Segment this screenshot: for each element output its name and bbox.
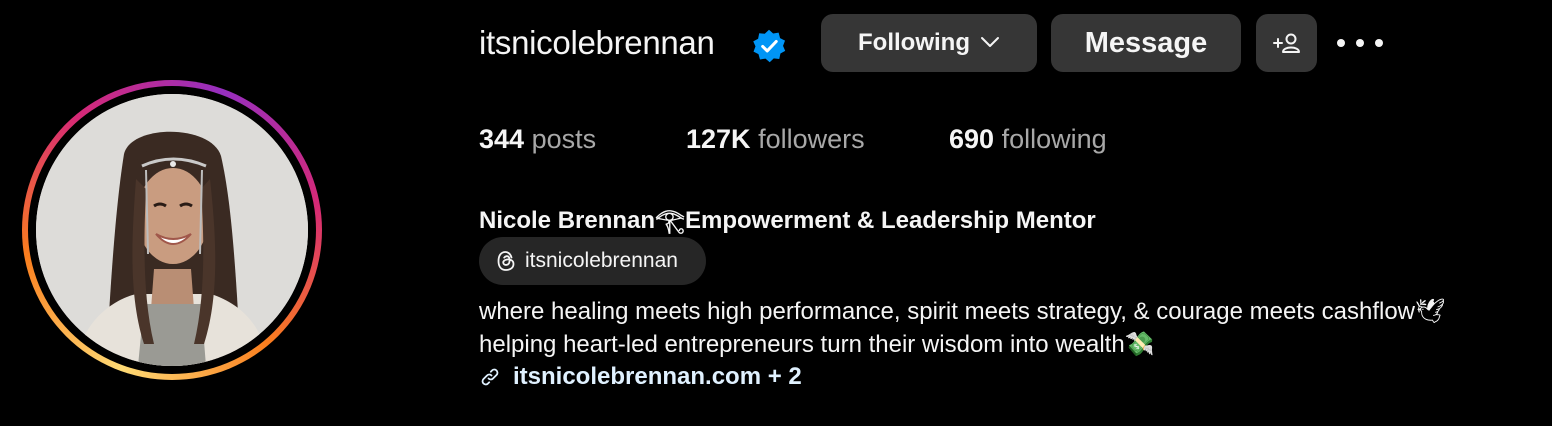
following-button-label: Following <box>858 29 970 56</box>
external-link[interactable]: itsnicolebrennan.com + 2 <box>479 363 802 391</box>
verified-badge-icon <box>753 29 786 63</box>
chevron-down-icon <box>980 32 1000 53</box>
followers-stat[interactable]: 127K followers <box>686 124 865 155</box>
external-link-text[interactable]: itsnicolebrennan.com + 2 <box>513 363 802 391</box>
profile-full-name: Nicole Brennan𓂀Empowerment & Leadership … <box>479 207 1096 234</box>
add-user-icon <box>1272 33 1300 53</box>
following-label: following <box>1001 124 1107 154</box>
posts-stat: 344 posts <box>479 124 596 155</box>
bio-line-2: helping heart-led entrepreneurs turn the… <box>479 331 1155 358</box>
followers-label: followers <box>758 124 865 154</box>
following-stat[interactable]: 690 following <box>949 124 1107 155</box>
dot <box>1356 39 1364 47</box>
message-button[interactable]: Message <box>1051 14 1241 72</box>
posts-count: 344 <box>479 124 525 154</box>
profile-username: itsnicolebrennan <box>479 24 715 61</box>
more-options-icon[interactable] <box>1337 28 1383 58</box>
posts-label: posts <box>531 124 597 154</box>
followers-count: 127K <box>686 124 751 154</box>
threads-handle: itsnicolebrennan <box>525 249 678 272</box>
avatar-photo <box>36 94 308 366</box>
add-user-button[interactable] <box>1256 14 1317 72</box>
avatar[interactable] <box>36 94 308 366</box>
bio-line-1: where healing meets high performance, sp… <box>479 298 1446 325</box>
following-button[interactable]: Following <box>821 14 1037 72</box>
story-ring[interactable] <box>22 80 322 380</box>
link-icon <box>481 368 499 386</box>
dot <box>1375 39 1383 47</box>
threads-logo-icon <box>497 251 515 271</box>
dot <box>1337 39 1345 47</box>
following-count: 690 <box>949 124 995 154</box>
message-button-label: Message <box>1084 26 1208 59</box>
threads-link-chip[interactable]: itsnicolebrennan <box>479 237 706 285</box>
